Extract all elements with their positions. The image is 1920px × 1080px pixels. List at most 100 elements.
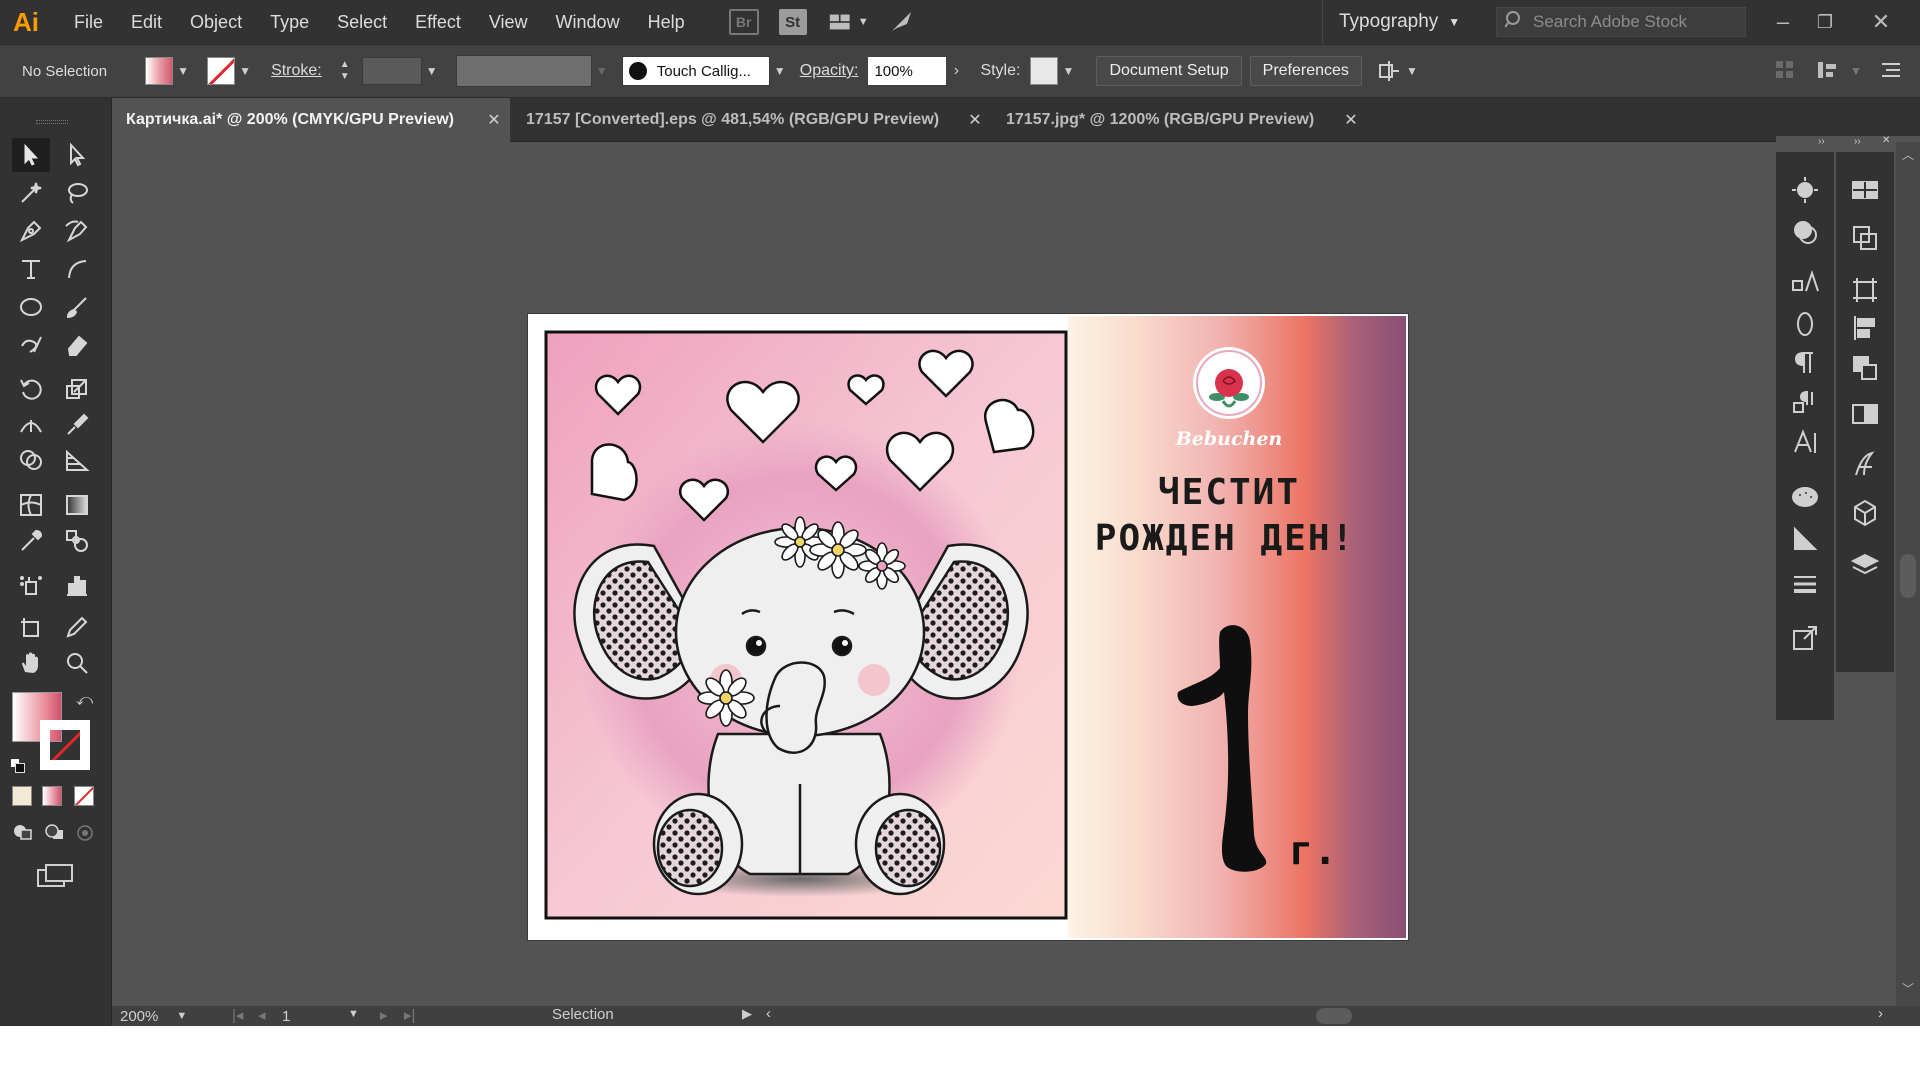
paintbrush-tool-icon[interactable] <box>58 290 96 324</box>
isolate-icon[interactable] <box>1774 59 1798 83</box>
type-tool-icon[interactable] <box>12 252 50 286</box>
last-artboard-icon[interactable]: ▸| <box>404 1006 415 1024</box>
layers-icon[interactable] <box>1845 544 1885 584</box>
artboard-number-field[interactable]: 1 <box>282 1006 352 1026</box>
scale-tool-icon[interactable] <box>58 372 96 406</box>
transform-icon[interactable] <box>1816 59 1840 83</box>
scroll-left-icon[interactable]: ‹ <box>766 1005 771 1022</box>
horizontal-scroll-thumb[interactable] <box>1316 1008 1352 1024</box>
width-tool-icon[interactable] <box>12 408 50 442</box>
variable-width-profile[interactable] <box>455 55 592 87</box>
restore-button[interactable]: ❐ <box>1800 0 1850 44</box>
opacity-arrow-icon[interactable]: › <box>946 57 966 85</box>
artboard-dropdown-icon[interactable]: ▼ <box>348 1008 359 1020</box>
style-dropdown-icon[interactable]: ▼ <box>1058 57 1078 85</box>
scroll-down-icon[interactable]: ﹀ <box>1902 980 1914 997</box>
close-icon[interactable]: ✕ <box>1339 98 1363 142</box>
opentype-icon[interactable] <box>1785 304 1825 344</box>
status-menu-icon[interactable]: ▶ <box>742 1006 752 1022</box>
brush-definition[interactable]: Touch Callig... <box>621 56 770 86</box>
bridge-button[interactable]: Br <box>728 9 759 35</box>
none-mode-button[interactable] <box>74 786 94 806</box>
gpu-performance-icon[interactable] <box>887 8 917 36</box>
arrange-panel-icon[interactable] <box>1845 348 1885 388</box>
magic-wand-tool-icon[interactable] <box>12 176 50 210</box>
character-styles-icon[interactable] <box>1785 262 1825 302</box>
libraries-icon[interactable] <box>1845 492 1885 532</box>
align-to-icon[interactable] <box>1376 58 1402 84</box>
appearance-icon[interactable] <box>1785 212 1825 252</box>
rotate-tool-icon[interactable] <box>12 372 50 406</box>
paragraph-styles-icon[interactable] <box>1785 382 1825 422</box>
menu-view[interactable]: View <box>475 0 542 44</box>
pathfinder-icon[interactable] <box>1845 218 1885 258</box>
pen-tool-icon[interactable] <box>12 214 50 248</box>
symbol-sprayer-tool-icon[interactable] <box>12 568 50 602</box>
transform-panel-icon[interactable] <box>1845 270 1885 310</box>
transform-dropdown-icon[interactable]: ▼ <box>1846 57 1866 85</box>
tools-grip[interactable] <box>36 120 68 124</box>
opacity-label[interactable]: Opacity: <box>800 62 859 80</box>
zoom-tool-icon[interactable] <box>58 646 96 680</box>
shaper-tool-icon[interactable] <box>12 328 50 362</box>
menu-file[interactable]: File <box>60 0 117 44</box>
menu-help[interactable]: Help <box>634 0 699 44</box>
stroke-weight-stepper[interactable]: ▲ ▼ <box>334 59 356 83</box>
graphic-style-swatch[interactable] <box>1030 57 1059 85</box>
character-icon[interactable] <box>1785 422 1825 462</box>
tab-document-2[interactable]: 17157 [Converted].eps @ 481,54% (RGB/GPU… <box>512 98 982 142</box>
gradient-panel-icon[interactable] <box>1785 518 1825 558</box>
shape-builder-tool-icon[interactable] <box>12 444 50 478</box>
lasso-tool-icon[interactable] <box>58 176 96 210</box>
align-panel-icon[interactable] <box>1845 308 1885 348</box>
close-icon[interactable]: ✕ <box>963 98 987 142</box>
vertical-scrollbar[interactable]: ︿ ﹀ <box>1896 142 1920 1006</box>
export-icon[interactable] <box>1785 618 1825 658</box>
menu-type[interactable]: Type <box>256 0 323 44</box>
opacity-field[interactable]: 100% <box>868 57 947 85</box>
next-artboard-icon[interactable]: ▸ <box>380 1006 388 1024</box>
zoom-field[interactable]: 200% ▼ <box>120 1006 190 1026</box>
previous-artboard-icon[interactable]: ◂ <box>258 1006 266 1024</box>
glyphs-icon[interactable] <box>1845 444 1885 484</box>
draw-normal-icon[interactable] <box>12 822 34 842</box>
menu-effect[interactable]: Effect <box>401 0 475 44</box>
hand-tool-icon[interactable] <box>12 646 50 680</box>
ellipse-tool-icon[interactable] <box>12 290 50 324</box>
align-dropdown-icon[interactable]: ▼ <box>1402 57 1422 85</box>
fill-dropdown-icon[interactable]: ▼ <box>173 57 193 85</box>
gradient-tool-icon[interactable] <box>58 488 96 522</box>
artboard[interactable]: Bebuchen ЧЕСТИТ РОЖДЕН ДЕН! г. <box>528 314 1408 940</box>
brush-dropdown-icon[interactable]: ▼ <box>770 57 790 85</box>
selection-tool-icon[interactable] <box>12 138 50 172</box>
first-artboard-icon[interactable]: |◂ <box>232 1006 243 1024</box>
blend-tool-icon[interactable] <box>58 524 96 558</box>
preferences-button[interactable]: Preferences <box>1249 56 1362 86</box>
slice-tool-icon[interactable] <box>58 610 96 644</box>
direct-selection-tool-icon[interactable] <box>58 138 96 172</box>
color-mode-button[interactable] <box>12 786 32 806</box>
paragraph-icon[interactable] <box>1785 342 1825 382</box>
panel-menu-icon[interactable] <box>1880 59 1904 83</box>
default-fill-stroke-icon[interactable] <box>10 758 26 774</box>
workspace-switcher[interactable]: Typography ▼ <box>1322 0 1460 44</box>
document-setup-button[interactable]: Document Setup <box>1096 56 1242 86</box>
stroke-label[interactable]: Stroke: <box>271 62 322 80</box>
draw-behind-icon[interactable] <box>44 822 66 842</box>
profile-dropdown-icon[interactable]: ▼ <box>592 57 612 85</box>
stroke-panel-icon[interactable] <box>1785 564 1825 604</box>
tab-document-3[interactable]: 17157.jpg* @ 1200% (RGB/GPU Preview) <box>992 98 1372 142</box>
color-palette-icon[interactable] <box>1785 476 1825 516</box>
menu-window[interactable]: Window <box>542 0 634 44</box>
eyedropper-tool-icon[interactable] <box>12 524 50 558</box>
draw-inside-icon[interactable] <box>76 824 94 842</box>
gradient-mode-button[interactable] <box>42 786 62 806</box>
menu-select[interactable]: Select <box>323 0 401 44</box>
stock-button[interactable]: St <box>778 9 807 35</box>
eraser-tool-icon[interactable] <box>58 328 96 362</box>
line-segment-tool-icon[interactable] <box>58 252 96 286</box>
arrange-documents-icon[interactable]: ▼ <box>829 8 869 36</box>
close-icon[interactable]: ✕ <box>482 98 506 142</box>
mesh-tool-icon[interactable] <box>12 488 50 522</box>
close-window-button[interactable]: ✕ <box>1856 0 1906 44</box>
